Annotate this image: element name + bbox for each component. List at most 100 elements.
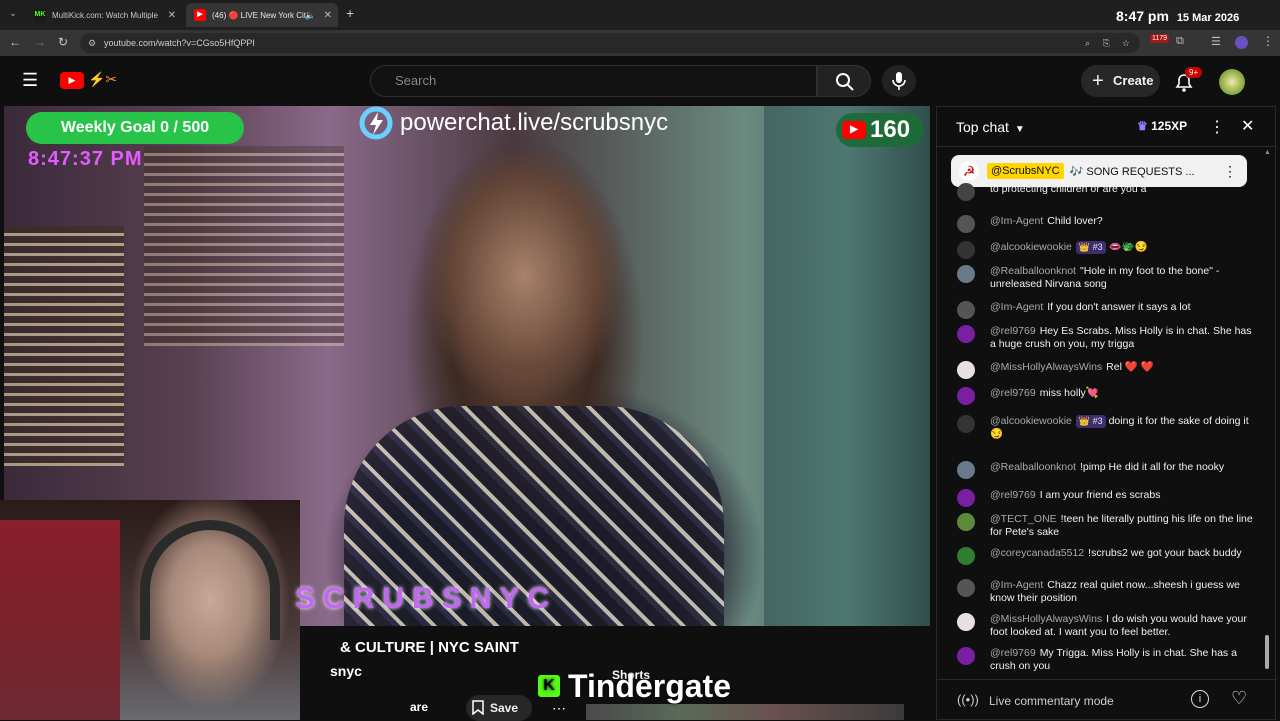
chat-message-text: @rel9769 Hey Es Scrabs. Miss Holly is in … xyxy=(990,325,1260,351)
reading-list-icon[interactable]: ☰ xyxy=(1211,35,1221,48)
avatar[interactable] xyxy=(957,647,975,665)
avatar[interactable] xyxy=(957,461,975,479)
chat-message-text: @alcookiewookie 👑 #3 👄🐲😏 xyxy=(990,241,1260,254)
save-button[interactable]: Save xyxy=(466,695,532,721)
avatar[interactable] xyxy=(957,301,975,319)
chat-scrollbar[interactable]: ▲ xyxy=(1264,147,1271,677)
chat-username[interactable]: @MissHollyAlwaysWins xyxy=(990,361,1102,373)
avatar[interactable] xyxy=(957,513,975,531)
chat-username[interactable]: @Realballoonknot xyxy=(990,265,1076,277)
chat-username[interactable]: @TECT_ONE xyxy=(990,513,1057,525)
plus-icon: + xyxy=(1092,70,1104,92)
chat-message-text: @Realballoonknot !pimp He did it all for … xyxy=(990,461,1260,474)
scroll-up-arrow[interactable]: ▲ xyxy=(1264,149,1271,156)
pinned-menu-icon[interactable]: ⋮ xyxy=(1223,163,1237,180)
youtube-logo[interactable]: ▶ xyxy=(60,72,84,89)
live-commentary-label[interactable]: Live commentary mode xyxy=(989,694,1114,708)
voice-search-button[interactable] xyxy=(882,65,916,97)
profile-avatar[interactable] xyxy=(1235,36,1248,49)
avatar[interactable] xyxy=(957,387,975,405)
chat-username[interactable]: @MissHollyAlwaysWins xyxy=(990,613,1102,625)
video-title: & CULTURE | NYC SAINT xyxy=(340,639,519,656)
microphone-icon xyxy=(892,72,906,90)
close-tab-icon[interactable]: ✕ xyxy=(324,10,332,21)
avatar[interactable] xyxy=(957,579,975,597)
close-tab-icon[interactable]: ✕ xyxy=(168,10,176,21)
chat-message-text: @rel9769 I am your friend es scrabs xyxy=(990,489,1260,502)
shorts-thumbnails[interactable] xyxy=(586,704,904,720)
new-tab-button[interactable]: + xyxy=(346,5,360,23)
chat-message-body: Rel ❤️ ❤️ xyxy=(1106,361,1154,373)
avatar[interactable] xyxy=(957,265,975,283)
avatar[interactable] xyxy=(957,489,975,507)
avatar[interactable] xyxy=(957,415,975,433)
chat-username[interactable]: @alcookiewookie xyxy=(990,241,1072,253)
chat-message-text: @MissHollyAlwaysWins Rel ❤️ ❤️ xyxy=(990,361,1260,374)
mute-icon[interactable]: 🔈 xyxy=(305,10,316,21)
hamburger-menu-icon[interactable]: ☰ xyxy=(22,70,38,91)
chat-menu-icon[interactable]: ⋮ xyxy=(1209,117,1225,137)
create-button[interactable]: + Create xyxy=(1081,65,1160,97)
chat-message-text: to protecting children or are you a xyxy=(990,183,1260,196)
notifications-button[interactable]: 9+ xyxy=(1172,67,1203,94)
chat-message-body: to protecting children or are you a xyxy=(990,183,1147,195)
bookmark-star-icon[interactable]: ☆ xyxy=(1122,33,1130,53)
chat-username[interactable]: @Realballoonknot xyxy=(990,461,1076,473)
zoom-icon[interactable]: ⌕ xyxy=(1085,33,1090,53)
extensions-puzzle-icon[interactable]: ⧉ xyxy=(1176,35,1184,48)
pinned-user: @ScrubsNYC xyxy=(987,163,1064,179)
top-chat-dropdown[interactable]: Top chat ▼ xyxy=(956,119,1025,135)
avatar[interactable] xyxy=(957,183,975,201)
tab-list-button[interactable]: ⌄ xyxy=(6,8,20,22)
channel-name[interactable]: snyc xyxy=(330,663,362,679)
account-avatar[interactable] xyxy=(1219,69,1245,95)
chat-username[interactable]: @alcookiewookie xyxy=(990,415,1072,427)
reload-icon[interactable]: ↻ xyxy=(58,35,68,49)
doodle-logo[interactable]: ⚡✂ xyxy=(88,71,117,88)
browser-tab-youtube[interactable]: ▶ (46) 🔴 LIVE New York City 🔈 ✕ xyxy=(186,3,338,27)
avatar[interactable] xyxy=(957,241,975,259)
close-chat-icon[interactable]: ✕ xyxy=(1241,116,1254,136)
chat-username[interactable]: @coreycanada5512 xyxy=(990,547,1084,559)
avatar[interactable] xyxy=(957,361,975,379)
browser-menu-icon[interactable]: ⋮ xyxy=(1262,34,1274,48)
chat-username[interactable]: @Im-Agent xyxy=(990,215,1043,227)
live-chat-panel: Top chat ▼ ♛ 125XP ⋮ ✕ ☭ @ScrubsNYC 🎶 SO… xyxy=(936,106,1277,720)
chat-username[interactable]: @rel9769 xyxy=(990,489,1036,501)
search-button[interactable] xyxy=(817,65,871,97)
avatar[interactable] xyxy=(957,547,975,565)
chat-username[interactable]: @Im-Agent xyxy=(990,301,1043,313)
install-icon[interactable]: ⎘ xyxy=(1103,33,1110,53)
chat-username[interactable]: @Im-Agent xyxy=(990,579,1043,591)
avatar[interactable] xyxy=(957,325,975,343)
scroll-thumb[interactable] xyxy=(1265,635,1269,669)
chat-username[interactable]: @rel9769 xyxy=(990,325,1036,337)
xp-badge[interactable]: ♛ 125XP xyxy=(1137,119,1187,133)
chat-message-text: @alcookiewookie 👑 #3 doing it for the sake… xyxy=(990,415,1260,441)
chat-message-text: @rel9769 miss holly💘 xyxy=(990,387,1260,400)
share-button[interactable]: are xyxy=(410,700,428,714)
pinned-text: 🎶 SONG REQUESTS ... xyxy=(1069,165,1195,178)
url-text: youtube.com/watch?v=CGso5HfQPPI xyxy=(104,38,255,48)
browser-tab-multikick[interactable]: MK MultiKick.com: Watch Multiple ✕ xyxy=(26,3,182,27)
chat-message-text: @MissHollyAlwaysWins I do wish you would … xyxy=(990,613,1260,639)
powerchat-logo-icon xyxy=(359,106,393,140)
powerchat-overlay: powerchat.live/scrubsnyc xyxy=(356,106,668,140)
address-bar[interactable]: ⚙ youtube.com/watch?v=CGso5HfQPPI ⌕ ⎘ ☆ xyxy=(80,33,1140,53)
site-info-icon[interactable]: ⚙ xyxy=(88,33,96,53)
forward-icon[interactable]: → xyxy=(34,35,46,49)
heart-icon[interactable]: ♡ xyxy=(1231,688,1247,709)
avatar[interactable] xyxy=(957,215,975,233)
chat-username[interactable]: @rel9769 xyxy=(990,647,1036,659)
browser-toolbar: ← → ↻ ⚙ youtube.com/watch?v=CGso5HfQPPI … xyxy=(0,30,1280,56)
live-commentary-icon: ((•)) xyxy=(957,692,979,707)
back-icon[interactable]: ← xyxy=(9,35,21,49)
avatar[interactable] xyxy=(957,613,975,631)
tab-title: (46) 🔴 LIVE New York City xyxy=(212,10,306,20)
chat-username[interactable]: @rel9769 xyxy=(990,387,1036,399)
info-icon[interactable]: i xyxy=(1191,690,1209,708)
weekly-goal-overlay: Weekly Goal 0 / 500 xyxy=(26,112,244,144)
search-input[interactable]: Search xyxy=(370,65,817,97)
building-lights-mid xyxy=(144,146,344,346)
extension-icon[interactable]: 1179 xyxy=(1150,34,1170,43)
